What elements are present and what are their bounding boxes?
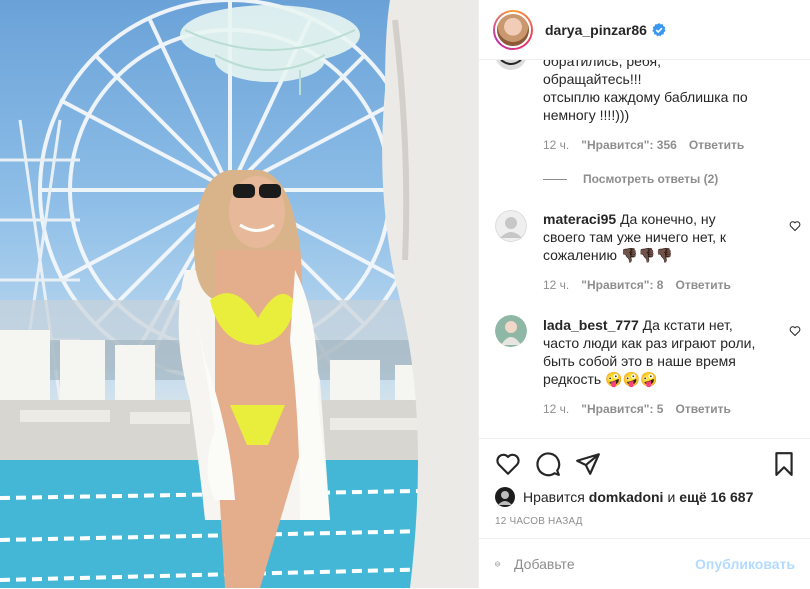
liker-username[interactable]: domkadoni bbox=[589, 489, 664, 505]
comment-line: обращайтесь!!! bbox=[543, 71, 642, 87]
add-comment-row: Опубликовать bbox=[479, 538, 810, 589]
likes-prefix: Нравится bbox=[523, 489, 585, 505]
author-username[interactable]: darya_pinzar86 bbox=[545, 22, 647, 38]
comment-line: своего там уже ничего нет, к bbox=[543, 229, 727, 245]
view-replies[interactable]: Посмотреть ответы (2) bbox=[543, 172, 718, 186]
photo-illustration bbox=[0, 0, 478, 588]
save-bookmark-icon[interactable] bbox=[771, 451, 797, 477]
comment-line: Да конечно, ну bbox=[620, 211, 716, 227]
commenter-avatar[interactable] bbox=[495, 210, 527, 242]
likes-summary: Нравится domkadoni и ещё 16 687 bbox=[495, 487, 757, 507]
reply-button[interactable]: Ответить bbox=[675, 278, 730, 292]
comment-time[interactable]: 12 ч. bbox=[543, 278, 569, 292]
reply-button[interactable]: Ответить bbox=[689, 138, 744, 152]
comment-line: редкость 🤪🤪🤪 bbox=[543, 371, 658, 387]
post-photo[interactable] bbox=[0, 0, 478, 588]
likes-mid: и bbox=[667, 489, 676, 505]
post-actions: Нравится domkadoni и ещё 16 687 12 ЧАСОВ… bbox=[479, 438, 810, 588]
verified-badge-icon bbox=[652, 22, 666, 36]
comment-meta-top: 12 ч. "Нравится": 356 Ответить bbox=[543, 138, 744, 152]
comment-meta-2: 12 ч. "Нравится": 8 Ответить bbox=[543, 278, 731, 292]
comment-time[interactable]: 12 ч. bbox=[543, 402, 569, 416]
comment-line: отсыплю каждому баблишка по bbox=[543, 89, 748, 105]
publish-button[interactable]: Опубликовать bbox=[695, 556, 795, 572]
comment-likes[interactable]: "Нравится": 356 bbox=[581, 138, 677, 152]
liker-avatar[interactable] bbox=[495, 487, 515, 507]
share-paper-plane-icon[interactable] bbox=[575, 451, 601, 477]
comment-time[interactable]: 12 ч. bbox=[543, 138, 569, 152]
add-comment-input[interactable] bbox=[514, 556, 696, 572]
likes-count[interactable]: ещё 16 687 bbox=[679, 489, 753, 505]
post-sidebar: darya_pinzar86 обратились, ребя, обращай… bbox=[478, 0, 810, 588]
comment-meta-3: 12 ч. "Нравится": 5 Ответить bbox=[543, 402, 731, 416]
comment-bubble-icon[interactable] bbox=[535, 451, 561, 477]
replies-divider bbox=[543, 178, 567, 180]
reply-button[interactable]: Ответить bbox=[675, 402, 730, 416]
comment-text-3: lada_best_777 Да кстати нет, часто люди … bbox=[543, 316, 783, 388]
like-heart-icon[interactable] bbox=[495, 451, 521, 477]
instagram-post: darya_pinzar86 обратились, ребя, обращай… bbox=[0, 0, 810, 588]
comment-line: обратились, ребя, bbox=[543, 60, 661, 69]
comment-text-2: materaci95 Да конечно, ну своего там уже… bbox=[543, 210, 779, 264]
post-header: darya_pinzar86 bbox=[479, 0, 810, 60]
comment-line: Да кстати нет, bbox=[642, 317, 733, 333]
author-avatar-image bbox=[495, 11, 531, 48]
comment-username[interactable]: materaci95 bbox=[543, 211, 616, 227]
comment-text-top: обратились, ребя, обращайтесь!!! отсыплю… bbox=[543, 60, 793, 124]
author-avatar[interactable] bbox=[493, 9, 533, 50]
comment-line: сожалению 👎🏿👎🏿👎🏿 bbox=[543, 247, 674, 263]
comment-line: немногу !!!!))) bbox=[543, 107, 630, 123]
commenter-avatar[interactable] bbox=[495, 60, 527, 70]
comment-likes[interactable]: "Нравится": 5 bbox=[581, 402, 663, 416]
comment-likes[interactable]: "Нравится": 8 bbox=[581, 278, 663, 292]
commenter-avatar[interactable] bbox=[495, 315, 527, 347]
view-replies-label[interactable]: Посмотреть ответы (2) bbox=[583, 172, 718, 186]
comment-line: часто люди как раз играют роли, bbox=[543, 335, 756, 351]
comment-username[interactable]: lada_best_777 bbox=[543, 317, 639, 333]
post-time[interactable]: 12 ЧАСОВ НАЗАД bbox=[495, 516, 583, 527]
comment-line: быть собой это в наше время bbox=[543, 353, 736, 369]
like-comment-heart-icon[interactable] bbox=[789, 220, 801, 232]
like-comment-heart-icon[interactable] bbox=[789, 325, 801, 337]
comments-list: обратились, ребя, обращайтесь!!! отсыплю… bbox=[479, 60, 810, 438]
emoji-smiley-icon[interactable] bbox=[495, 552, 500, 576]
